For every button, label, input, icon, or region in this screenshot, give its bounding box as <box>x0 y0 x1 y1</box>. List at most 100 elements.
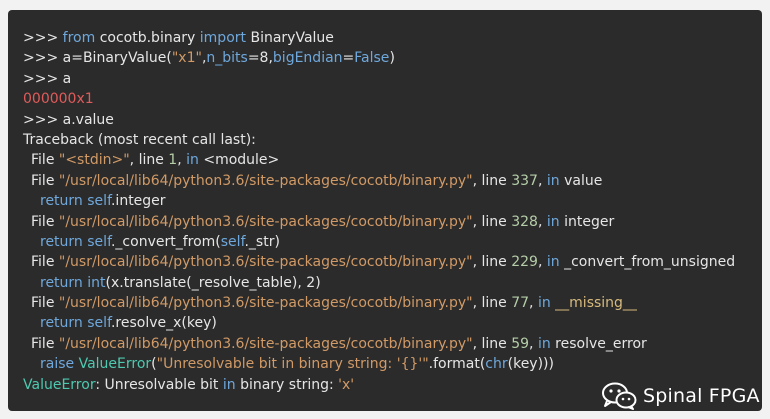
code-token: 59 <box>511 335 530 352</box>
screenshot-page: >>> from cocotb.binary import BinaryValu… <box>0 0 770 419</box>
code-token: , <box>537 254 547 271</box>
code-token: , line <box>472 213 512 230</box>
console-output: >>> from cocotb.binary import BinaryValu… <box>23 28 762 395</box>
console-line: File "/usr/local/lib64/python3.6/site-pa… <box>23 171 762 191</box>
code-token: in <box>546 254 560 271</box>
code-token: ) <box>389 50 395 67</box>
code-token: self <box>87 233 111 250</box>
code-token: , line <box>472 254 512 271</box>
code-token: "/usr/local/lib64/python3.6/site-package… <box>58 335 473 352</box>
code-token: n_bits <box>206 50 248 67</box>
wechat-icon <box>602 382 637 410</box>
code-token: 77 <box>511 295 530 312</box>
code-token: "/usr/local/lib64/python3.6/site-package… <box>58 213 473 230</box>
code-token: "Unresolvable bit in binary string: '{}'… <box>156 356 429 373</box>
code-token: BinaryValue <box>246 30 334 46</box>
watermark: Spinal FPGA <box>601 380 760 412</box>
code-token: >>> a.value <box>23 111 114 128</box>
python-console[interactable]: >>> from cocotb.binary import BinaryValu… <box>8 10 762 411</box>
code-token: , line <box>129 152 169 169</box>
code-token: >>> <box>23 30 63 46</box>
code-token: return <box>40 193 83 210</box>
console-line: File "/usr/local/lib64/python3.6/site-pa… <box>23 334 762 354</box>
console-line: >>> a=BinaryValue("x1",n_bits=8,bigEndia… <box>23 48 762 68</box>
console-line: >>> a.value <box>23 110 762 130</box>
code-token: "/usr/local/lib64/python3.6/site-package… <box>58 295 473 312</box>
code-token: 337 <box>511 172 538 189</box>
console-line: return int(x.translate(_resolve_table), … <box>23 273 762 293</box>
console-line: raise ValueError("Unresolvable bit in bi… <box>23 354 762 374</box>
code-token: in <box>546 213 560 230</box>
console-line: return self.resolve_x(key) <box>23 313 762 333</box>
code-token: .integer <box>110 193 166 210</box>
console-line: File "/usr/local/lib64/python3.6/site-pa… <box>23 293 762 313</box>
console-line: File "/usr/local/lib64/python3.6/site-pa… <box>23 212 762 232</box>
code-token: , line <box>472 335 512 352</box>
code-token: ValueError <box>23 376 96 393</box>
code-token: cocotb.binary <box>95 30 200 46</box>
console-line: File "<stdin>", line 1, in <module> <box>23 150 762 170</box>
console-line: >>> from cocotb.binary import BinaryValu… <box>23 28 762 48</box>
code-token: integer <box>559 213 615 230</box>
code-token: return <box>40 274 83 291</box>
code-token: in <box>186 152 199 169</box>
console-line: File "/usr/local/lib64/python3.6/site-pa… <box>23 252 762 272</box>
code-token: ._convert_from( <box>110 233 221 250</box>
code-token: chr <box>485 356 508 373</box>
code-token: binary string: <box>235 376 339 393</box>
code-token: 328 <box>511 213 538 230</box>
code-token: , line <box>472 172 512 189</box>
code-token: "/usr/local/lib64/python3.6/site-package… <box>58 254 473 271</box>
code-token: File <box>31 152 59 169</box>
code-token: ._str) <box>244 233 280 250</box>
code-token: 1 <box>168 152 178 169</box>
code-token: =8, <box>247 50 273 67</box>
code-token: self <box>87 315 111 332</box>
code-token: value <box>559 172 603 189</box>
code-token: self <box>220 233 245 250</box>
code-token: >>> a <box>23 70 72 87</box>
code-token: (key))) <box>507 356 554 373</box>
console-line: >>> a <box>23 69 762 89</box>
code-token: (x.translate(_resolve_table), 2) <box>105 274 321 291</box>
code-token: 000000x1 <box>23 91 94 108</box>
code-token: in <box>537 335 551 352</box>
code-token: : Unresolvable bit <box>95 376 223 393</box>
code-token: File <box>31 172 59 189</box>
code-token: _convert_from_unsigned <box>559 254 736 271</box>
code-token: <module> <box>198 152 280 169</box>
code-token: return <box>40 315 83 332</box>
code-token: in <box>222 376 236 393</box>
code-token: , line <box>472 295 512 312</box>
code-token: File <box>31 254 59 271</box>
console-line: return self._convert_from(self._str) <box>23 232 762 252</box>
code-token: , <box>177 152 187 169</box>
code-token: >>> a=BinaryValue( <box>23 50 172 67</box>
code-token: File <box>31 335 59 352</box>
code-token: 'x' <box>338 376 355 393</box>
code-token: from <box>62 30 96 46</box>
code-token: Traceback (most recent call last): <box>23 131 256 148</box>
code-token: resolve_error <box>550 335 647 352</box>
code-token: File <box>31 213 59 230</box>
code-token: .resolve_x(key) <box>110 315 217 332</box>
code-token: in <box>537 295 551 312</box>
code-token: False <box>354 50 390 67</box>
code-token: "<stdin>" <box>58 152 130 169</box>
code-token: "x1" <box>171 50 202 67</box>
console-line: 000000x1 <box>23 89 762 109</box>
code-token: , <box>537 213 547 230</box>
code-token: self <box>87 193 111 210</box>
code-token: int <box>87 274 106 291</box>
code-token: .format( <box>428 356 486 373</box>
code-token: File <box>31 295 59 312</box>
code-token: bigEndian <box>272 50 343 67</box>
code-token: "/usr/local/lib64/python3.6/site-package… <box>58 172 473 189</box>
code-token: = <box>342 50 355 67</box>
code-token: __missing__ <box>555 295 637 312</box>
code-token: , <box>529 335 538 352</box>
code-token: in <box>546 172 560 189</box>
code-token: raise <box>40 356 75 373</box>
code-token: import <box>199 30 247 46</box>
code-token: return <box>40 233 83 250</box>
